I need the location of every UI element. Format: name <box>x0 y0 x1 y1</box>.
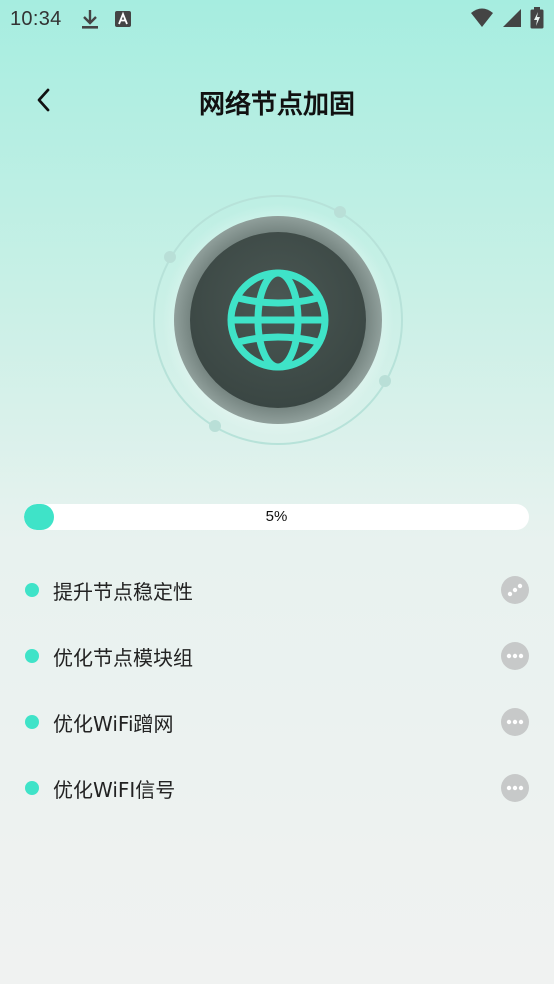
page-title: 网络节点加固 <box>198 90 355 120</box>
list-item: 提升节点稳定性 <box>0 557 554 623</box>
download-icon <box>81 10 98 29</box>
task-label: 优化WiFI信号 <box>53 778 176 802</box>
hero-globe <box>152 194 404 446</box>
status-icons-right <box>470 7 544 29</box>
bullet-dot <box>25 649 39 663</box>
bullet-dot <box>25 583 39 597</box>
orbit-dot <box>164 251 176 263</box>
battery-charging-icon <box>530 7 544 29</box>
hero-graphic <box>153 195 403 445</box>
list-item: 优化WiFI信号 <box>0 755 554 821</box>
progress-bar: 5% <box>24 504 529 530</box>
progress-label: 5% <box>265 508 288 525</box>
status-time: 10:34 <box>10 7 62 30</box>
bullet-dot <box>25 715 39 729</box>
font-a-icon <box>114 11 131 27</box>
more-dots-icon <box>501 642 529 670</box>
list-item: 优化节点模块组 <box>0 623 554 689</box>
orbit-dot <box>209 420 221 432</box>
orbit-dot <box>379 375 391 387</box>
signal-icon <box>503 9 521 27</box>
task-list: 提升节点稳定性 优化节点模块组 优化WiFi蹭网 优化WiFI信号 <box>0 557 554 821</box>
task-label: 提升节点稳定性 <box>53 580 193 604</box>
more-dots-icon <box>501 708 529 736</box>
list-item: 优化WiFi蹭网 <box>0 689 554 755</box>
task-label: 优化节点模块组 <box>53 646 193 670</box>
header: 网络节点加固 <box>0 70 554 130</box>
more-dots-icon <box>501 774 529 802</box>
status-bar: 10:34 <box>0 0 554 38</box>
wifi-icon <box>471 8 493 27</box>
status-icons-left <box>80 8 132 30</box>
loading-dots-icon <box>501 576 529 604</box>
bullet-dot <box>25 781 39 795</box>
orbit-dot <box>334 206 346 218</box>
task-label: 优化WiFi蹭网 <box>53 712 174 736</box>
